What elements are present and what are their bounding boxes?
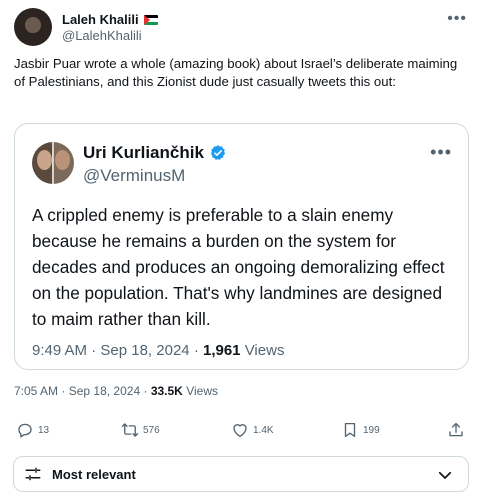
quoted-author-avatar[interactable] [32,142,74,184]
share-icon [449,422,463,437]
quoted-author-name-row: Uri Kurliančhik [83,142,227,164]
like-count: 1.4K [253,424,274,436]
more-options-icon[interactable]: ••• [447,10,467,28]
filter-sliders-icon [25,467,41,481]
quoted-author-handle[interactable]: @VerminusM [83,165,185,187]
repost-button[interactable]: 576 [121,421,160,439]
tweet-date[interactable]: Sep 18, 2024 [69,384,140,398]
author-name-row: Laleh Khalili [62,12,158,28]
quoted-views-label: Views [244,342,285,359]
quoted-author-name[interactable]: Uri Kurliančhik [83,142,204,164]
author-name[interactable]: Laleh Khalili [62,12,139,28]
meta-separator: · [143,384,151,398]
tweet-time[interactable]: 7:05 AM [14,384,58,398]
tweet-author[interactable]: Laleh Khalili @LalehKhalili [14,8,158,48]
quoted-tweet-text: A crippled enemy is preferable to a slai… [32,205,445,329]
meta-separator: · [193,342,203,359]
tweet-meta: 7:05 AM · Sep 18, 2024 · 33.5K Views [14,384,218,398]
bookmark-icon [344,422,356,438]
quoted-tweet-meta: 9:49 AM · Sep 18, 2024 · 1,961 Views [32,341,284,361]
chevron-down-icon [438,471,452,479]
quoted-tweet-date[interactable]: Sep 18, 2024 [100,342,189,359]
like-button[interactable]: 1.4K [231,421,274,439]
repost-count: 576 [143,424,160,436]
meta-separator: · [91,342,101,359]
quoted-views-count: 1,961 [202,342,241,359]
sort-label: Most relevant [52,466,136,482]
reply-button[interactable]: 13 [16,421,49,439]
action-bar: 13 576 1.4K 199 [14,421,469,443]
repost-icon [121,423,139,437]
reply-count: 13 [38,424,50,436]
tweet-text: Jasbir Puar wrote a whole (amazing book)… [14,56,458,89]
bookmark-count: 199 [363,424,380,436]
verified-badge-icon [210,145,226,160]
reply-icon [18,423,32,438]
replies-sort-dropdown[interactable]: Most relevant [13,456,469,492]
palestine-flag-icon [143,15,158,25]
author-names: Laleh Khalili @LalehKhalili [62,8,158,48]
share-button[interactable] [447,421,465,439]
bookmark-button[interactable]: 199 [341,421,380,439]
heart-icon [233,424,247,438]
meta-separator: · [61,384,69,398]
tweet-views-count: 33.5K [150,384,183,398]
author-handle[interactable]: @LalehKhalili [62,28,158,44]
author-avatar[interactable] [14,8,52,46]
tweet-views-label: Views [186,384,218,398]
quoted-tweet-time[interactable]: 9:49 AM [32,342,87,359]
quoted-tweet-card[interactable]: Uri Kurliančhik @VerminusM ••• A cripple… [14,123,469,370]
quoted-more-options-icon[interactable]: ••• [430,142,452,163]
